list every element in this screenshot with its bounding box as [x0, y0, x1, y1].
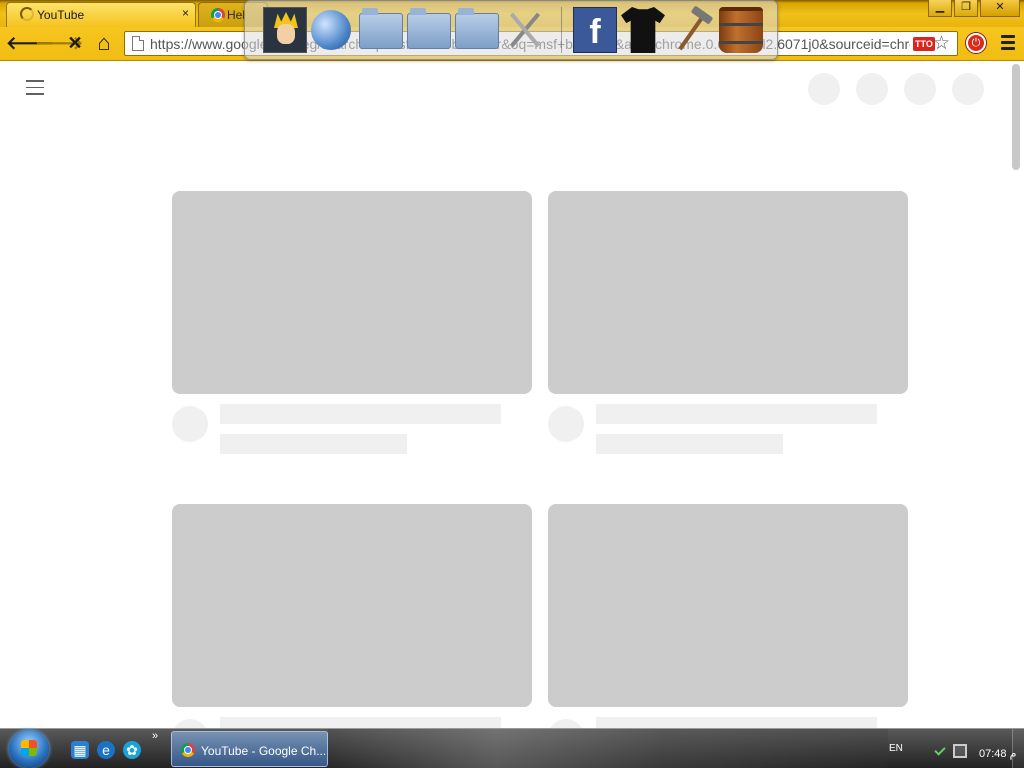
quicklaunch-ie-icon[interactable]: e: [97, 741, 115, 759]
taskbar-background-art: [328, 729, 888, 768]
quicklaunch-expand-icon[interactable]: »: [152, 730, 158, 742]
globe-icon[interactable]: [311, 10, 351, 50]
restore-button[interactable]: ❐: [954, 0, 978, 17]
pictures-folder-icon[interactable]: [455, 8, 499, 49]
start-button[interactable]: [9, 730, 49, 768]
hamburger-menu-icon[interactable]: [26, 80, 46, 96]
loading-spinner-icon: [20, 7, 34, 21]
tab-title: YouTube: [37, 8, 85, 22]
quicklaunch-explorer-icon[interactable]: ▦: [71, 741, 89, 759]
thumbnail-placeholder: [172, 191, 532, 394]
header-icon-placeholder: [904, 73, 936, 105]
thumbnail-placeholder: [172, 504, 532, 707]
task-label: YouTube - Google Ch...: [201, 744, 327, 758]
meta-placeholder: [220, 434, 407, 454]
naruto-icon[interactable]: [263, 7, 307, 53]
windows-taskbar: ▦ e ✿ » YouTube - Google Ch... EN 07:48 …: [0, 728, 1024, 768]
thumbnail-placeholder: [548, 504, 908, 707]
title-placeholder: [596, 717, 877, 728]
header-icon-placeholder: [952, 73, 984, 105]
action-center-icon[interactable]: [934, 744, 946, 756]
avatar-placeholder: [172, 406, 208, 442]
extension-power-icon[interactable]: ⏻: [966, 33, 986, 53]
avatar-placeholder: [172, 719, 208, 728]
page-content: [0, 62, 1024, 728]
documents-folder-icon[interactable]: [359, 8, 403, 49]
video-card-4[interactable]: [548, 504, 908, 728]
close-window-button[interactable]: ✕: [980, 0, 1020, 17]
extension-badge[interactable]: TTO: [913, 37, 935, 51]
floating-dock: f: [244, 0, 778, 60]
back-button[interactable]: 🡐: [6, 32, 54, 54]
tab-close-icon[interactable]: ×: [182, 6, 189, 20]
home-button[interactable]: ⌂: [93, 32, 115, 54]
bucket-icon[interactable]: [719, 7, 763, 53]
title-placeholder: [596, 404, 877, 424]
forward-button[interactable]: 🡒: [35, 32, 83, 54]
avatar-placeholder: [548, 719, 584, 728]
clock[interactable]: 07:48 م: [979, 747, 1016, 760]
dock-separator: [561, 7, 562, 53]
scrollbar-thumb[interactable]: [1012, 64, 1020, 170]
title-placeholder: [220, 404, 501, 424]
taskbar-chrome-button[interactable]: YouTube - Google Ch...: [171, 731, 328, 767]
chrome-icon: [181, 743, 195, 757]
page-scrollbar[interactable]: [1008, 62, 1024, 728]
desktop-screen: YouTube × Hel ▁ ❐ ✕ 🡐 🡒 ✕ ⌂ https://www.…: [0, 0, 1024, 768]
thumbnail-placeholder: [548, 191, 908, 394]
show-desktop-button[interactable]: [1012, 729, 1024, 768]
title-placeholder: [220, 717, 501, 728]
language-indicator[interactable]: EN: [889, 743, 903, 754]
page-icon: [132, 36, 144, 51]
quicklaunch-app-icon[interactable]: ✿: [123, 741, 141, 759]
shirt-icon[interactable]: [621, 7, 665, 53]
music-folder-icon[interactable]: [407, 8, 451, 49]
header-icon-placeholder: [856, 73, 888, 105]
video-card-2[interactable]: [548, 191, 908, 454]
chrome-icon: [211, 8, 225, 22]
hammer-icon[interactable]: [669, 7, 713, 53]
tab-youtube[interactable]: YouTube ×: [6, 2, 196, 27]
minimize-button[interactable]: ▁: [928, 0, 952, 17]
tools-icon[interactable]: [503, 7, 547, 53]
window-controls: ▁ ❐ ✕: [926, 0, 1020, 18]
network-icon[interactable]: [953, 744, 967, 758]
meta-placeholder: [596, 434, 783, 454]
tab-title: Hel: [227, 8, 246, 22]
browser-menu-button[interactable]: [998, 32, 1018, 54]
avatar-placeholder: [548, 406, 584, 442]
facebook-icon[interactable]: f: [573, 7, 617, 53]
bookmark-star-icon[interactable]: ☆: [933, 32, 950, 55]
video-card-1[interactable]: [172, 191, 532, 454]
video-card-3[interactable]: [172, 504, 532, 728]
stop-button[interactable]: ✕: [64, 32, 86, 54]
header-icon-placeholder: [808, 73, 840, 105]
